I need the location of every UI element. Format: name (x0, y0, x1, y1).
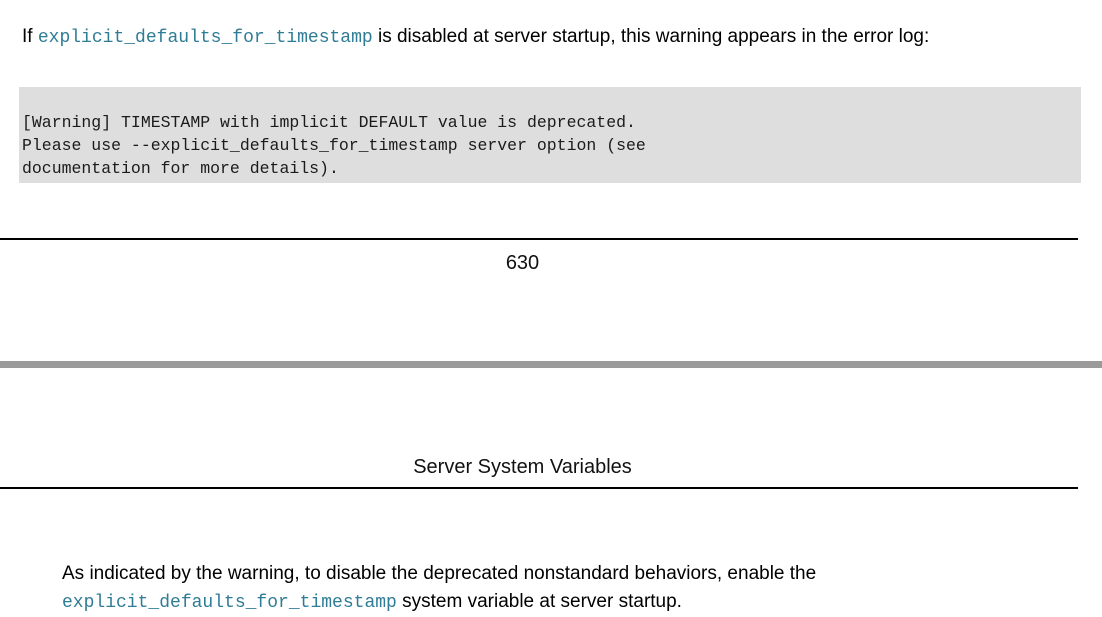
intro-lead-text: If (22, 26, 38, 47)
intro-paragraph: If explicit_defaults_for_timestamp is di… (22, 23, 1080, 52)
page-footer-rule (0, 238, 1078, 240)
warning-log-text: [Warning] TIMESTAMP with implicit DEFAUL… (22, 113, 646, 178)
closing-lead-text: As indicated by the warning, to disable … (62, 563, 817, 584)
system-variable-link-explicit-defaults-for-timestamp[interactable]: explicit_defaults_for_timestamp (38, 28, 373, 48)
section-title-header: Server System Variables (413, 456, 632, 478)
page-number: 630 (505, 252, 540, 274)
warning-code-block: [Warning] TIMESTAMP with implicit DEFAUL… (19, 87, 1081, 183)
page-break-separator (0, 361, 1102, 368)
page-header-rule (0, 487, 1078, 489)
document-page: If explicit_defaults_for_timestamp is di… (0, 0, 1102, 613)
system-variable-link-explicit-defaults-for-timestamp-2[interactable]: explicit_defaults_for_timestamp (62, 593, 397, 613)
closing-paragraph: As indicated by the warning, to disable … (62, 560, 1062, 617)
intro-tail-text: is disabled at server startup, this warn… (372, 26, 930, 47)
